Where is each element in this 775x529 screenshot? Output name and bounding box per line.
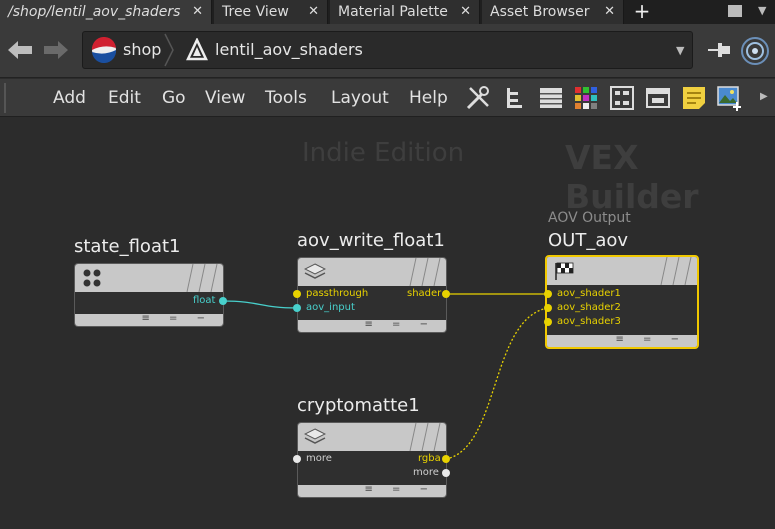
tab-lentil-aov-shaders[interactable]: /shop/lentil_aov_shaders ✕ xyxy=(0,0,212,24)
maximize-pane-icon[interactable] xyxy=(728,5,742,17)
wire-float-to-aov-input xyxy=(222,300,298,309)
tab-label: Tree View xyxy=(222,4,289,20)
close-icon[interactable]: ✕ xyxy=(192,0,203,24)
list-view-icon[interactable] xyxy=(537,84,565,112)
tab-label: /shop/lentil_aov_shaders xyxy=(8,4,181,20)
network-menu-bar: Add Edit Go View Tools Layout Help ▶ xyxy=(0,79,775,117)
node-flags-icon[interactable] xyxy=(653,257,697,285)
node-title-cryptomatte1[interactable]: cryptomatte1 xyxy=(297,395,420,416)
output-port-float[interactable] xyxy=(219,297,227,305)
color-palette-icon[interactable] xyxy=(572,84,600,112)
input-port-aov-shader3[interactable] xyxy=(544,318,552,326)
port-label-aov-shader2: aov_shader2 xyxy=(557,302,621,313)
node-footer: ≡ = − xyxy=(298,319,446,332)
node-footer-glyphs: ≡ = − xyxy=(364,319,436,330)
node-title-state-float1[interactable]: state_float1 xyxy=(74,236,181,257)
menu-go[interactable]: Go xyxy=(162,79,186,117)
menu-layout[interactable]: Layout xyxy=(331,79,389,117)
forward-arrow-icon[interactable] xyxy=(42,39,70,61)
output-port-shader[interactable] xyxy=(442,290,450,298)
node-footer-glyphs: ≡ = − xyxy=(364,484,436,495)
node-flags-icon[interactable] xyxy=(179,264,223,292)
node-footer: ≡ = − xyxy=(298,484,446,497)
tab-label: Asset Browser xyxy=(490,4,590,20)
input-port-passthrough[interactable] xyxy=(293,290,301,298)
toolbar-grip[interactable] xyxy=(4,83,10,113)
node-flags-icon[interactable] xyxy=(402,258,446,286)
menu-add[interactable]: Add xyxy=(53,79,86,117)
port-label-rgba: rgba xyxy=(418,453,441,464)
close-icon[interactable]: ✕ xyxy=(460,0,471,24)
menu-edit[interactable]: Edit xyxy=(108,79,141,117)
port-label-float: float xyxy=(193,295,216,306)
state-dots-icon xyxy=(83,269,101,287)
menu-help[interactable]: Help xyxy=(409,79,448,117)
node-header xyxy=(75,264,223,292)
node-label-aov-output: AOV Output xyxy=(548,210,631,226)
input-port-aov-input[interactable] xyxy=(293,304,301,312)
port-label-aov-input: aov_input xyxy=(306,302,355,313)
port-label-more-output: more xyxy=(413,467,439,478)
wire-rgba-to-aov-shader2 xyxy=(445,307,549,460)
node-header xyxy=(547,257,697,285)
network-editor[interactable]: Indie Edition VEX Builder state_float1 ≡… xyxy=(0,118,775,529)
port-label-aov-shader1: aov_shader1 xyxy=(557,288,621,299)
output-port-more[interactable] xyxy=(442,469,450,477)
node-header xyxy=(298,258,446,286)
port-label-passthrough: passthrough xyxy=(306,288,369,299)
layers-icon xyxy=(304,428,326,444)
add-tab-button[interactable]: + xyxy=(628,0,656,24)
menu-tools[interactable]: Tools xyxy=(265,79,307,117)
tab-label: Material Palette xyxy=(338,4,448,20)
network-box-icon[interactable] xyxy=(644,84,672,112)
layers-icon xyxy=(304,263,326,279)
node-header xyxy=(298,423,446,451)
node-footer: ≡ = − xyxy=(547,334,697,347)
grid-view-icon[interactable] xyxy=(608,84,636,112)
viewport-link-icon[interactable] xyxy=(740,36,770,66)
tab-tree-view[interactable]: Tree View ✕ xyxy=(214,0,328,24)
input-port-more[interactable] xyxy=(293,455,301,463)
path-dropdown-icon[interactable]: ▼ xyxy=(676,44,684,57)
network-path-field[interactable]: shop lentil_aov_shaders ▼ xyxy=(82,31,693,69)
node-title-out-aov[interactable]: OUT_aov xyxy=(548,230,628,251)
node-footer: ≡ = − xyxy=(75,313,223,326)
input-port-aov-shader1[interactable] xyxy=(544,290,552,298)
node-footer-glyphs: ≡ = − xyxy=(615,334,687,345)
tab-bar: /shop/lentil_aov_shaders ✕ Tree View ✕ M… xyxy=(0,0,775,24)
output-port-rgba[interactable] xyxy=(442,455,450,463)
input-port-aov-shader2[interactable] xyxy=(544,304,552,312)
port-label-shader: shader xyxy=(407,288,442,299)
path-segment-current[interactable]: lentil_aov_shaders xyxy=(215,32,363,68)
node-footer-glyphs: ≡ = − xyxy=(141,313,213,324)
back-arrow-icon[interactable] xyxy=(6,39,34,61)
tab-material-palette[interactable]: Material Palette ✕ xyxy=(330,0,480,24)
path-segment-shop[interactable]: shop xyxy=(123,32,161,68)
pane-menu-icon[interactable]: ▼ xyxy=(758,4,766,17)
node-flags-icon[interactable] xyxy=(402,423,446,451)
toolbar-overflow-icon[interactable]: ▶ xyxy=(760,91,768,102)
background-image-icon[interactable] xyxy=(716,84,744,112)
sticky-note-icon[interactable] xyxy=(680,84,708,112)
tools-icon[interactable] xyxy=(464,84,492,112)
path-bar: shop lentil_aov_shaders ▼ xyxy=(0,24,775,78)
checkered-flag-icon xyxy=(555,262,574,280)
shop-network-icon xyxy=(91,37,117,63)
path-separator-icon xyxy=(164,33,174,67)
node-title-aov-write-float1[interactable]: aov_write_float1 xyxy=(297,230,445,251)
close-icon[interactable]: ✕ xyxy=(604,0,615,24)
port-label-more-input: more xyxy=(306,453,332,464)
menu-view[interactable]: View xyxy=(205,79,245,117)
port-label-aov-shader3: aov_shader3 xyxy=(557,316,621,327)
pin-icon[interactable] xyxy=(706,38,732,62)
tab-asset-browser[interactable]: Asset Browser ✕ xyxy=(482,0,624,24)
vex-builder-icon xyxy=(186,38,208,61)
tree-layout-icon[interactable] xyxy=(502,84,530,112)
close-icon[interactable]: ✕ xyxy=(308,0,319,24)
